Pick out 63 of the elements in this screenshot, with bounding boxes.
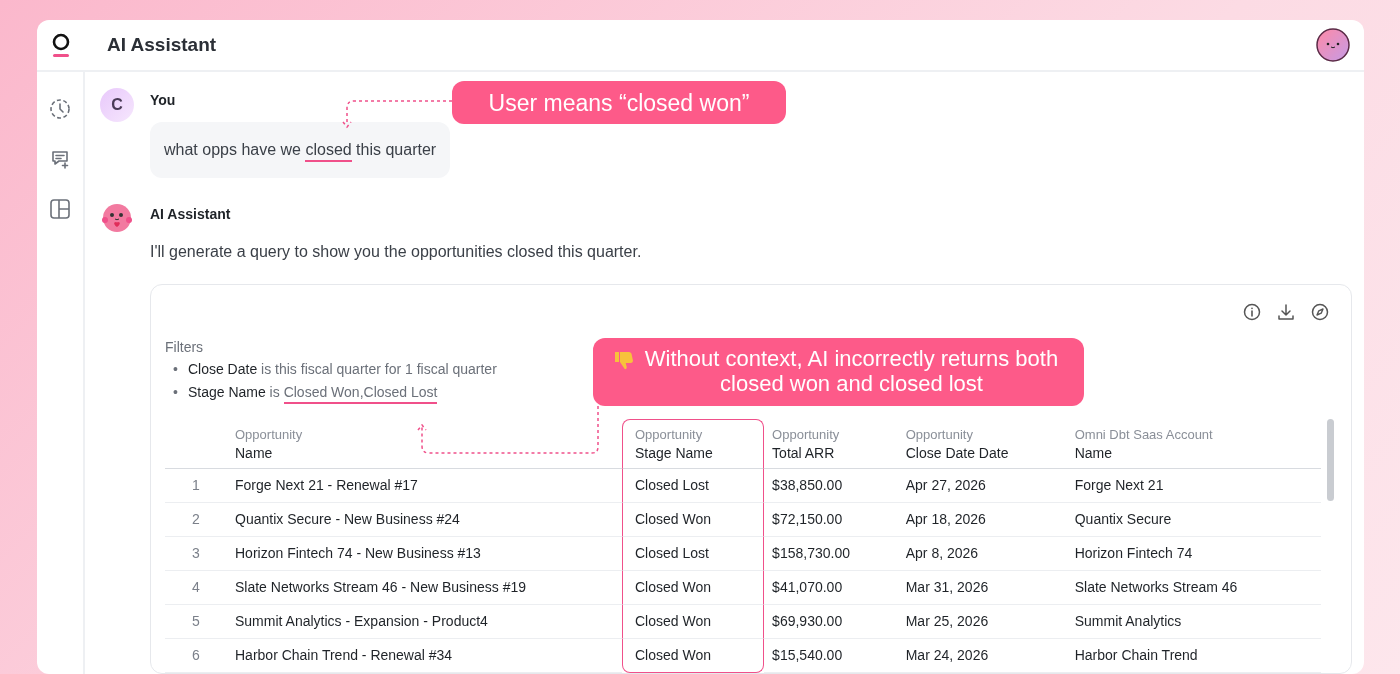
user-avatar[interactable] [1316, 28, 1350, 63]
row-number: 5 [165, 605, 227, 639]
author-name: You [150, 91, 176, 111]
table-cell: $69,930.00 [764, 605, 898, 639]
table-cell: Apr 18, 2026 [897, 503, 1067, 537]
info-icon[interactable] [1243, 303, 1261, 322]
row-number: 6 [165, 639, 227, 673]
table-cell: Closed Lost [622, 469, 765, 503]
row-number: 3 [165, 537, 227, 571]
table-cell: $38,850.00 [764, 469, 898, 503]
table-cell: Mar 25, 2026 [897, 605, 1067, 639]
assistant-message: I'll generate a query to show you the opportunities closed this quarter. [150, 242, 643, 263]
table-cell: Horizon Fintech 74 - New Business #13 [227, 537, 622, 571]
column-header: Opportunity Total ARR [764, 418, 898, 469]
table-cell: Quantix Secure [1066, 503, 1321, 537]
user-avatar: C [100, 88, 134, 123]
table-cell: Forge Next 21 [1066, 469, 1321, 503]
row-number: 2 [165, 503, 227, 537]
row-number: 4 [165, 571, 227, 605]
table-cell: Mar 31, 2026 [897, 571, 1067, 605]
table-cell: Horizon Fintech 74 [1066, 537, 1321, 571]
history-icon[interactable] [49, 98, 71, 121]
table-cell: Quantix Secure - New Business #24 [227, 503, 622, 537]
new-chat-icon[interactable] [49, 148, 71, 171]
logo-icon [51, 32, 71, 59]
table-cell: $158,730.00 [764, 537, 898, 571]
table-cell: Mar 24, 2026 [897, 639, 1067, 673]
column-header: Opportunity Close Date Date [897, 418, 1067, 469]
bullet: • [173, 382, 178, 402]
table-cell: Slate Networks Stream 46 - New Business #19 [227, 571, 622, 605]
table-cell: Apr 27, 2026 [897, 469, 1067, 503]
table-cell: Forge Next 21 - Renewal #17 [227, 469, 622, 503]
table-cell: Closed Won [622, 639, 765, 673]
filter-item: Stage Name is Closed Won,Closed Lost [187, 380, 438, 403]
table-cell: Closed Won [622, 605, 765, 639]
app-title: AI Assistant [107, 32, 217, 57]
table-cell: $41,070.00 [764, 571, 898, 605]
column-header: Omni Dbt Saas Account Name [1066, 418, 1321, 469]
table-cell: Closed Won [622, 503, 765, 537]
table-cell: Apr 8, 2026 [897, 537, 1067, 571]
layout-icon[interactable] [49, 198, 71, 221]
table-cell: Slate Networks Stream 46 [1066, 571, 1321, 605]
bullet: • [173, 360, 178, 380]
callout-text: User means “closed won” [488, 90, 750, 117]
table-cell: Summit Analytics [1066, 605, 1321, 639]
compass-icon[interactable] [1311, 303, 1329, 322]
table-cell: Harbor Chain Trend [1066, 639, 1321, 673]
column-header: Opportunity Stage Name [622, 418, 765, 469]
thumbs-down-icon [613, 349, 635, 371]
table-cell: $72,150.00 [764, 503, 898, 537]
download-icon[interactable] [1277, 303, 1295, 322]
column-header: Opportunity Name [227, 418, 622, 469]
table-cell: Harbor Chain Trend - Renewal #34 [227, 639, 622, 673]
filter-item: Close Date is this fiscal quarter for 1 fiscal quarter [187, 360, 497, 380]
callout-text: Without context, AI incorrectly returns both closed won and closed lost [643, 346, 1060, 397]
table-cell: Summit Analytics - Expansion - Product4 [227, 605, 622, 639]
filters-title: Filters [165, 339, 204, 356]
message-bubble: what opps have we closed this quarter [150, 122, 451, 179]
table-cell: Closed Won [622, 571, 765, 605]
author-name: AI Assistant [150, 205, 231, 225]
row-number: 1 [165, 469, 227, 503]
table-cell: Closed Lost [622, 537, 765, 571]
table-cell: $15,540.00 [764, 639, 898, 673]
